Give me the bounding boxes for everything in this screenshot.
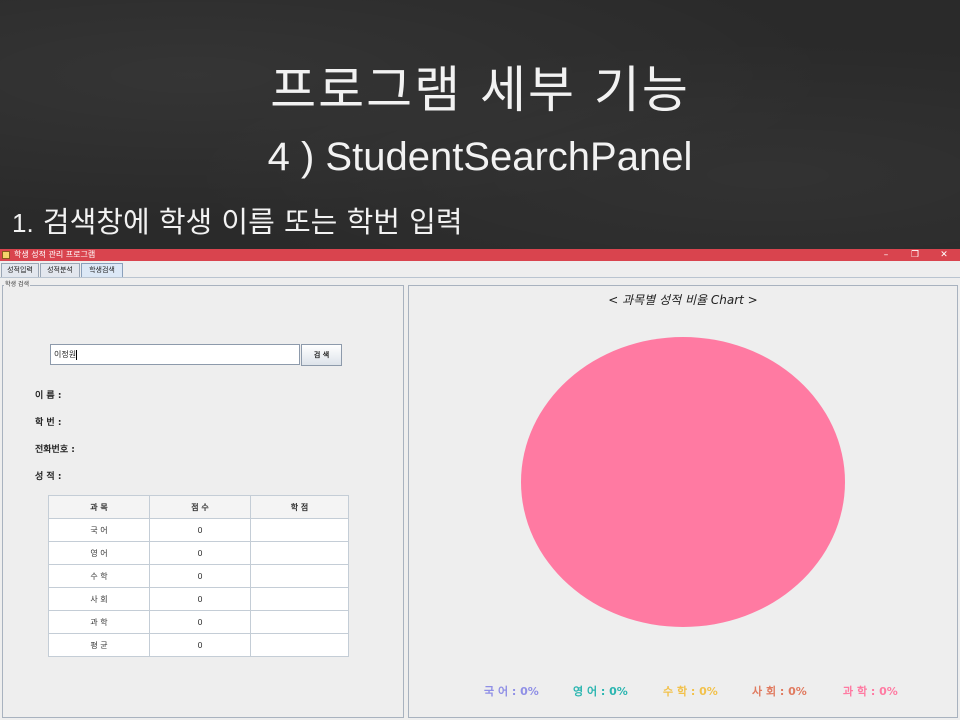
legend-item: 수 학 : 0%	[663, 685, 718, 698]
legend-item: 국 어 : 0%	[484, 685, 539, 698]
pie-slice	[521, 337, 845, 627]
legend-item: 사 회 : 0%	[752, 685, 807, 698]
legend-item: 과 학 : 0%	[843, 685, 898, 698]
legend-item: 영 어 : 0%	[573, 685, 628, 698]
pie-chart	[521, 337, 845, 627]
